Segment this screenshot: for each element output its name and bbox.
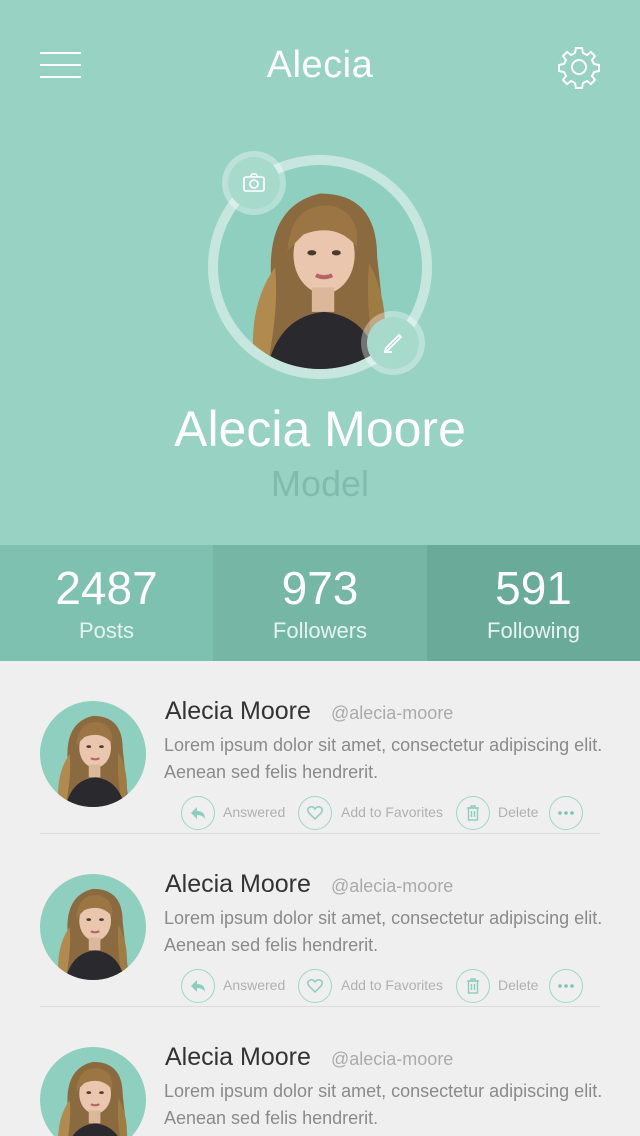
gear-icon [558,47,600,89]
stats-bar: 2487 Posts 973 Followers 591 Following [0,545,640,661]
post-author-handle[interactable]: @alecia-moore [331,876,453,897]
post-author-name[interactable]: Alecia Moore [165,697,311,726]
answered-label[interactable]: Answered [223,977,285,993]
change-photo-button[interactable] [222,151,286,215]
settings-button[interactable] [557,45,601,89]
favorite-button[interactable] [298,969,332,1003]
favorite-label[interactable]: Add to Favorites [341,804,443,820]
answered-label[interactable]: Answered [223,804,285,820]
stat-label: Followers [272,618,368,643]
reply-icon [191,980,205,992]
favorite-label[interactable]: Add to Favorites [341,977,443,993]
trash-icon [467,805,479,821]
delete-label[interactable]: Delete [498,977,538,993]
post-author-handle[interactable]: @alecia-moore [331,1049,453,1070]
stat-label: Posts [78,618,135,643]
post-item: Alecia Moore @alecia-moore Lorem ipsum d… [0,661,640,834]
profile-header: Alecia Alecia Moore Model [0,0,640,545]
stat-value: 973 [281,562,359,614]
pencil-icon [383,333,403,353]
more-dots-icon [558,984,574,988]
post-author-name[interactable]: Alecia Moore [165,870,311,899]
reply-icon [191,807,205,819]
post-author-name[interactable]: Alecia Moore [165,1043,311,1072]
trash-icon [467,978,479,994]
post-item: Alecia Moore @alecia-moore Lorem ipsum d… [0,1007,640,1136]
more-dots-icon [558,811,574,815]
stat-value: 591 [495,562,572,614]
stat-following[interactable]: 591 Following [427,545,640,661]
answered-button[interactable] [181,969,215,1003]
post-avatar[interactable] [40,701,146,807]
post-actions: Answered Add to Favorites Delete [181,796,601,832]
heart-icon [306,806,324,821]
favorite-button[interactable] [298,796,332,830]
stat-posts[interactable]: 2487 Posts [0,545,213,661]
more-options-button[interactable] [549,796,583,830]
post-text: Lorem ipsum dolor sit amet, consectetur … [164,908,603,955]
post-author-handle[interactable]: @alecia-moore [331,703,453,724]
post-item: Alecia Moore @alecia-moore Lorem ipsum d… [0,834,640,1007]
profile-name: Alecia Moore [174,401,466,457]
more-options-button[interactable] [549,969,583,1003]
post-feed: Alecia Moore @alecia-moore Lorem ipsum d… [0,661,640,1136]
delete-button[interactable] [456,969,490,1003]
stat-value: 2487 [55,562,158,614]
delete-button[interactable] [456,796,490,830]
post-actions: Answered Add to Favorites Delete [181,969,601,1005]
stat-followers[interactable]: 973 Followers [213,545,427,661]
post-avatar[interactable] [40,1047,146,1136]
stat-label: Following [487,618,580,643]
camera-icon [243,173,265,192]
profile-role: Model [270,463,370,504]
heart-icon [306,979,324,994]
post-text: Lorem ipsum dolor sit amet, consectetur … [164,735,603,782]
post-avatar[interactable] [40,874,146,980]
app-title: Alecia [266,44,374,86]
edit-profile-button[interactable] [361,311,425,375]
answered-button[interactable] [181,796,215,830]
delete-label[interactable]: Delete [498,804,538,820]
post-text: Lorem ipsum dolor sit amet, consectetur … [164,1081,603,1128]
